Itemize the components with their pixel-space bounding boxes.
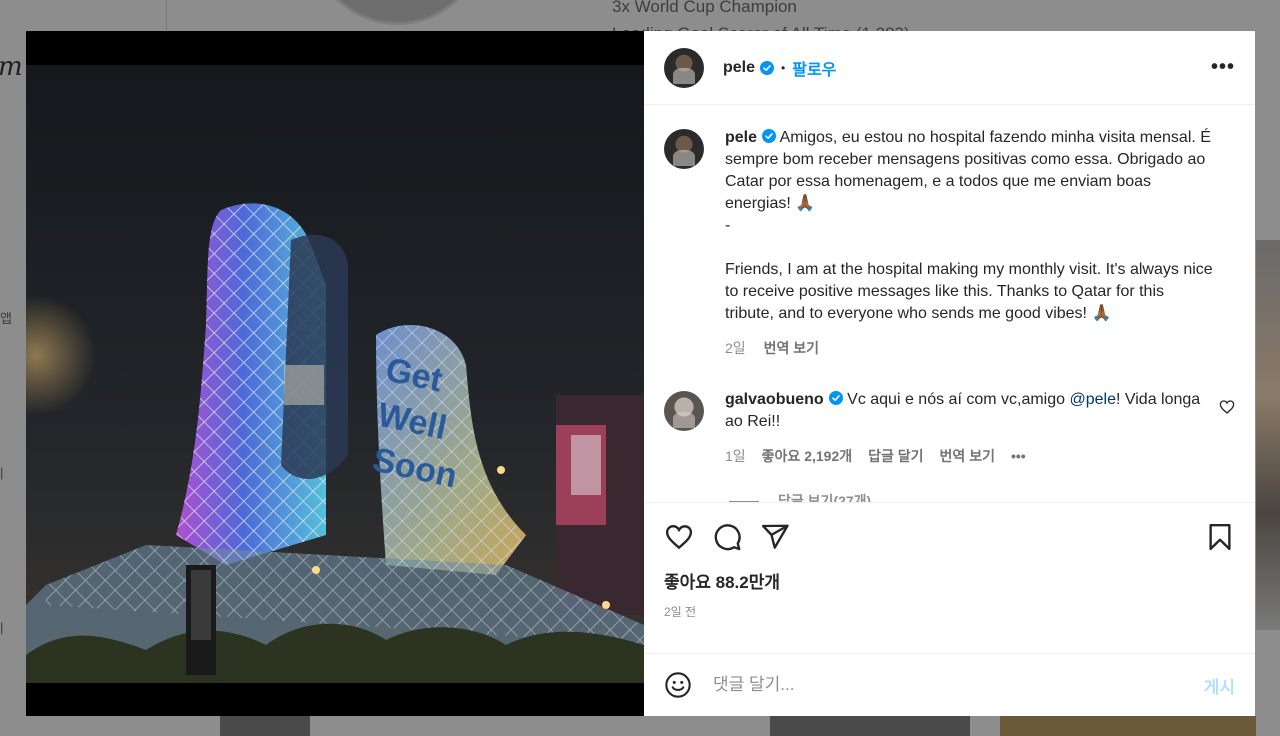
profile-bio-line1: 3x World Cup Champion <box>612 0 797 16</box>
more-options-button[interactable]: ••• <box>1211 56 1235 79</box>
background-thumbnail <box>1000 716 1256 736</box>
background-thumbnail <box>220 716 310 736</box>
comment-item: galvaobueno Vc aqui e nós aí com vc,amig… <box>664 389 1235 467</box>
verified-badge-icon <box>760 60 775 75</box>
caption-separator: - <box>725 217 731 234</box>
background-thumbnail <box>1256 240 1280 630</box>
commenter-avatar[interactable] <box>664 391 704 431</box>
post-actions: 좋아요 88.2만개 2일 전 <box>644 502 1255 653</box>
author-username[interactable]: pele <box>723 59 755 77</box>
caption-translate-button[interactable]: 번역 보기 <box>764 340 819 356</box>
post-image: Get Well Soon <box>26 31 644 716</box>
post-photo: Get Well Soon <box>26 65 644 683</box>
caption-author-avatar[interactable] <box>664 129 704 169</box>
comment-meta: 1일 좋아요 2,192개 답글 달기 번역 보기 ••• <box>725 445 1215 467</box>
profile-avatar-background <box>310 0 485 25</box>
background-divider <box>166 0 167 32</box>
post-modal: Get Well Soon pele • 팔로우 ••• pele Amigos… <box>26 31 1255 716</box>
commenter-username[interactable]: galvaobueno <box>725 391 824 408</box>
comment-reply-button[interactable]: 답글 달기 <box>868 445 923 467</box>
author-avatar[interactable] <box>664 47 704 88</box>
post-caption: pele Amigos, eu estou no hospital fazend… <box>664 127 1235 359</box>
share-send-icon[interactable] <box>760 522 790 552</box>
comment-text: Vc aqui e nós aí com vc,amigo <box>847 391 1070 408</box>
caption-body: pele Amigos, eu estou no hospital fazend… <box>725 127 1215 359</box>
background-thumbnail <box>770 716 970 736</box>
add-comment-bar: 게시 <box>644 653 1255 716</box>
follow-button[interactable]: 팔로우 <box>792 56 836 80</box>
sidebar-fragment-mark: | <box>0 620 4 635</box>
verified-badge-icon <box>828 391 843 405</box>
comments-section: pele Amigos, eu estou no hospital fazend… <box>644 105 1255 502</box>
emoji-smiley-icon[interactable] <box>664 671 692 699</box>
post-header: pele • 팔로우 ••• <box>644 31 1255 105</box>
action-icon-row <box>664 519 1235 555</box>
view-replies-label: 답글 보기(27개) <box>778 493 872 502</box>
comment-like-heart-icon[interactable] <box>1219 399 1235 415</box>
caption-text-en: Friends, I am at the hospital making my … <box>725 261 1213 322</box>
caption-text-pt: Amigos, eu estou no hospital fazendo min… <box>725 129 1211 212</box>
comment-mention-link[interactable]: @pele <box>1069 391 1116 408</box>
comment-bubble-icon[interactable] <box>712 522 742 552</box>
verified-badge-icon <box>762 129 777 143</box>
like-heart-icon[interactable] <box>664 522 694 552</box>
caption-meta: 2일 번역 보기 <box>725 337 1215 359</box>
bookmark-save-icon[interactable] <box>1205 522 1235 552</box>
separator-dot: • <box>781 60 786 75</box>
comment-likes-count[interactable]: 좋아요 2,192개 <box>762 445 852 467</box>
comment-input[interactable] <box>713 675 1204 695</box>
view-replies-button[interactable]: 답글 보기(27개) <box>729 491 1235 502</box>
instagram-logo-fragment: m <box>0 52 23 82</box>
caption-username[interactable]: pele <box>725 129 757 146</box>
sidebar-fragment: 앱 <box>0 311 12 326</box>
post-likes-count[interactable]: 좋아요 88.2만개 <box>664 568 1235 593</box>
comment-timestamp[interactable]: 1일 <box>725 445 746 467</box>
post-timestamp[interactable]: 2일 전 <box>664 603 1235 620</box>
comment-more-options-button[interactable]: ••• <box>1011 445 1026 467</box>
post-side-panel: pele • 팔로우 ••• pele Amigos, eu estou no … <box>644 31 1255 716</box>
comment-body: galvaobueno Vc aqui e nós aí com vc,amig… <box>725 389 1215 467</box>
post-comment-button[interactable]: 게시 <box>1204 673 1235 698</box>
comment-translate-button[interactable]: 번역 보기 <box>940 445 995 467</box>
sidebar-fragment-mark: | <box>0 465 4 480</box>
caption-timestamp[interactable]: 2일 <box>725 340 746 356</box>
